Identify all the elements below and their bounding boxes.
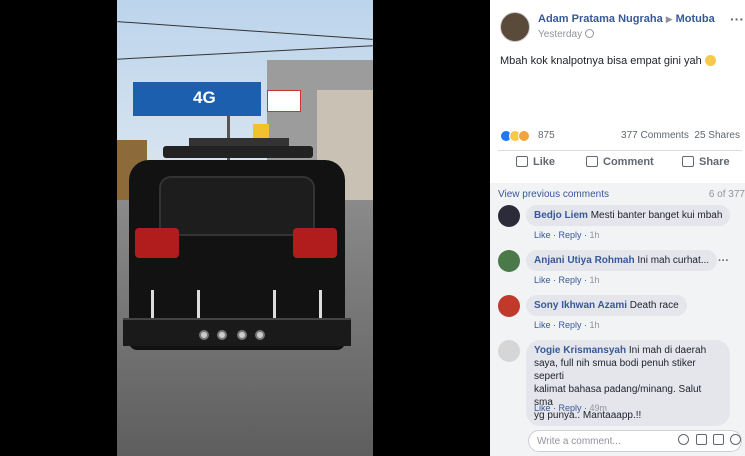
commenter-avatar[interactable] <box>498 340 520 362</box>
comment-like-link[interactable]: Like <box>534 230 551 240</box>
exhaust-pipe <box>237 330 247 340</box>
commenter-name[interactable]: Anjani Utiya Rohmah <box>534 255 635 266</box>
emoji-icon[interactable] <box>678 434 689 445</box>
post-timestamp[interactable]: Yesterday <box>538 29 582 40</box>
comment-like-link[interactable]: Like <box>534 275 551 285</box>
car-taillight <box>293 228 337 258</box>
comment-button-label: Comment <box>603 156 654 168</box>
author-avatar[interactable] <box>500 12 530 42</box>
camera-icon[interactable] <box>696 434 707 445</box>
shares-count[interactable]: 25 Shares <box>694 130 740 141</box>
thinking-emoji-icon <box>704 55 716 66</box>
photo-sign <box>267 90 301 112</box>
comment-like-link[interactable]: Like <box>534 320 551 330</box>
post-photo[interactable]: 4G <box>117 0 373 456</box>
exhaust-pipe <box>199 330 209 340</box>
comment-reply-link[interactable]: Reply <box>559 320 582 330</box>
comment-like-link[interactable]: Like <box>534 403 551 413</box>
reaction-count[interactable]: 875 <box>538 130 555 141</box>
gif-icon[interactable] <box>713 434 724 445</box>
thumbs-up-icon <box>516 156 528 167</box>
car-window <box>159 176 315 236</box>
comment-time[interactable]: 1h <box>590 230 600 240</box>
commenter-avatar[interactable] <box>498 205 520 227</box>
exhaust-pipe <box>255 330 265 340</box>
comment-text-line: saya, full nih smua bodi penuh stiker se… <box>534 358 696 382</box>
car-rack <box>189 138 289 146</box>
post-stats: 377 Comments 25 Shares <box>621 130 740 141</box>
comment-text-line: Ini mah di daerah <box>628 345 707 356</box>
share-icon <box>682 156 694 167</box>
comment-meta: Like · Reply · 1h <box>534 230 600 240</box>
comment-reply-link[interactable]: Reply <box>559 403 582 413</box>
share-button-label: Share <box>699 156 730 168</box>
comment-item: Anjani Utiya Rohmah Ini mah curhat... ··… <box>498 250 738 290</box>
comment-text: Death race <box>629 300 679 311</box>
group-name[interactable]: Motuba <box>676 13 715 25</box>
commenter-avatar[interactable] <box>498 295 520 317</box>
exhaust-pipe <box>217 330 227 340</box>
sticker-icon[interactable] <box>730 434 741 445</box>
comment-item: Yogie Krismansyah Ini mah di daerah saya… <box>498 340 738 426</box>
post-text: Mbah kok knalpotnya bisa empat gini yah <box>500 55 716 67</box>
wow-reaction-icon[interactable] <box>518 130 530 142</box>
comment-text: Mesti banter banget kui mbah <box>590 210 723 221</box>
comment-meta: Like · Reply · 1h <box>534 275 600 285</box>
comment-item: Bedjo Liem Mesti banter banget kui mbah … <box>498 205 738 245</box>
like-button-label: Like <box>533 156 556 168</box>
comments-count[interactable]: 377 Comments <box>621 130 689 141</box>
commenter-avatar[interactable] <box>498 250 520 272</box>
write-comment-input[interactable]: Write a comment... <box>528 430 742 452</box>
share-button[interactable]: Share <box>682 156 730 168</box>
comment-icon <box>586 156 598 167</box>
commenter-name[interactable]: Yogie Krismansyah <box>534 345 626 356</box>
comments-count-of: 6 of 377 <box>708 189 745 200</box>
comment-item: Sony Ikhwan Azami Death race Like · Repl… <box>498 295 738 335</box>
comment-composer: Write a comment... <box>490 428 745 456</box>
comment-button[interactable]: Comment <box>586 156 654 168</box>
comment-reply-link[interactable]: Reply <box>559 275 582 285</box>
comment-text: Ini mah curhat... <box>637 255 710 266</box>
like-button[interactable]: Like <box>516 156 555 168</box>
author-name[interactable]: Adam Pratama Nugraha <box>538 13 663 25</box>
globe-icon <box>585 29 595 38</box>
comment-time[interactable]: 1h <box>590 275 600 285</box>
comment-reply-link[interactable]: Reply <box>559 230 582 240</box>
reaction-bar: 875 377 Comments 25 Shares <box>500 130 740 144</box>
commenter-name[interactable]: Bedjo Liem <box>534 210 588 221</box>
viewer: 4G Adam Pratama Nugraha ▶ Motuba Yesterday… <box>0 0 745 456</box>
photo-banner: 4G <box>133 82 261 116</box>
comment-bubble: Bedjo Liem Mesti banter banget kui mbah <box>526 205 731 226</box>
share-arrow-icon: ▶ <box>665 14 673 24</box>
view-previous-comments[interactable]: View previous comments <box>498 189 609 200</box>
comment-time[interactable]: 49m <box>590 403 608 413</box>
comment-options-icon[interactable]: ··· <box>718 255 729 267</box>
comment-meta: Like · Reply · 1h <box>534 320 600 330</box>
divider <box>498 150 742 151</box>
comment-bubble: Sony Ikhwan Azami Death race <box>526 295 687 316</box>
comment-bubble: Yogie Krismansyah Ini mah di daerah saya… <box>526 340 730 426</box>
commenter-name[interactable]: Sony Ikhwan Azami <box>534 300 627 311</box>
car-taillight <box>135 228 179 258</box>
car-spoiler <box>163 146 313 158</box>
comment-bubble: Anjani Utiya Rohmah Ini mah curhat... <box>526 250 718 271</box>
comment-time[interactable]: 1h <box>590 320 600 330</box>
post-header: Adam Pratama Nugraha ▶ Motuba <box>538 13 715 25</box>
post-body: Mbah kok knalpotnya bisa empat gini yah <box>500 55 702 67</box>
post-sidebar: Adam Pratama Nugraha ▶ Motuba Yesterday ··… <box>490 0 745 456</box>
post-actions: Like Comment Share <box>490 152 745 178</box>
more-options-icon[interactable]: ··· <box>730 11 744 27</box>
comment-meta: Like · Reply · 49m <box>534 403 608 413</box>
post-time: Yesterday <box>538 29 595 40</box>
comments-section: View previous comments 6 of 377 Bedjo Li… <box>490 183 745 428</box>
